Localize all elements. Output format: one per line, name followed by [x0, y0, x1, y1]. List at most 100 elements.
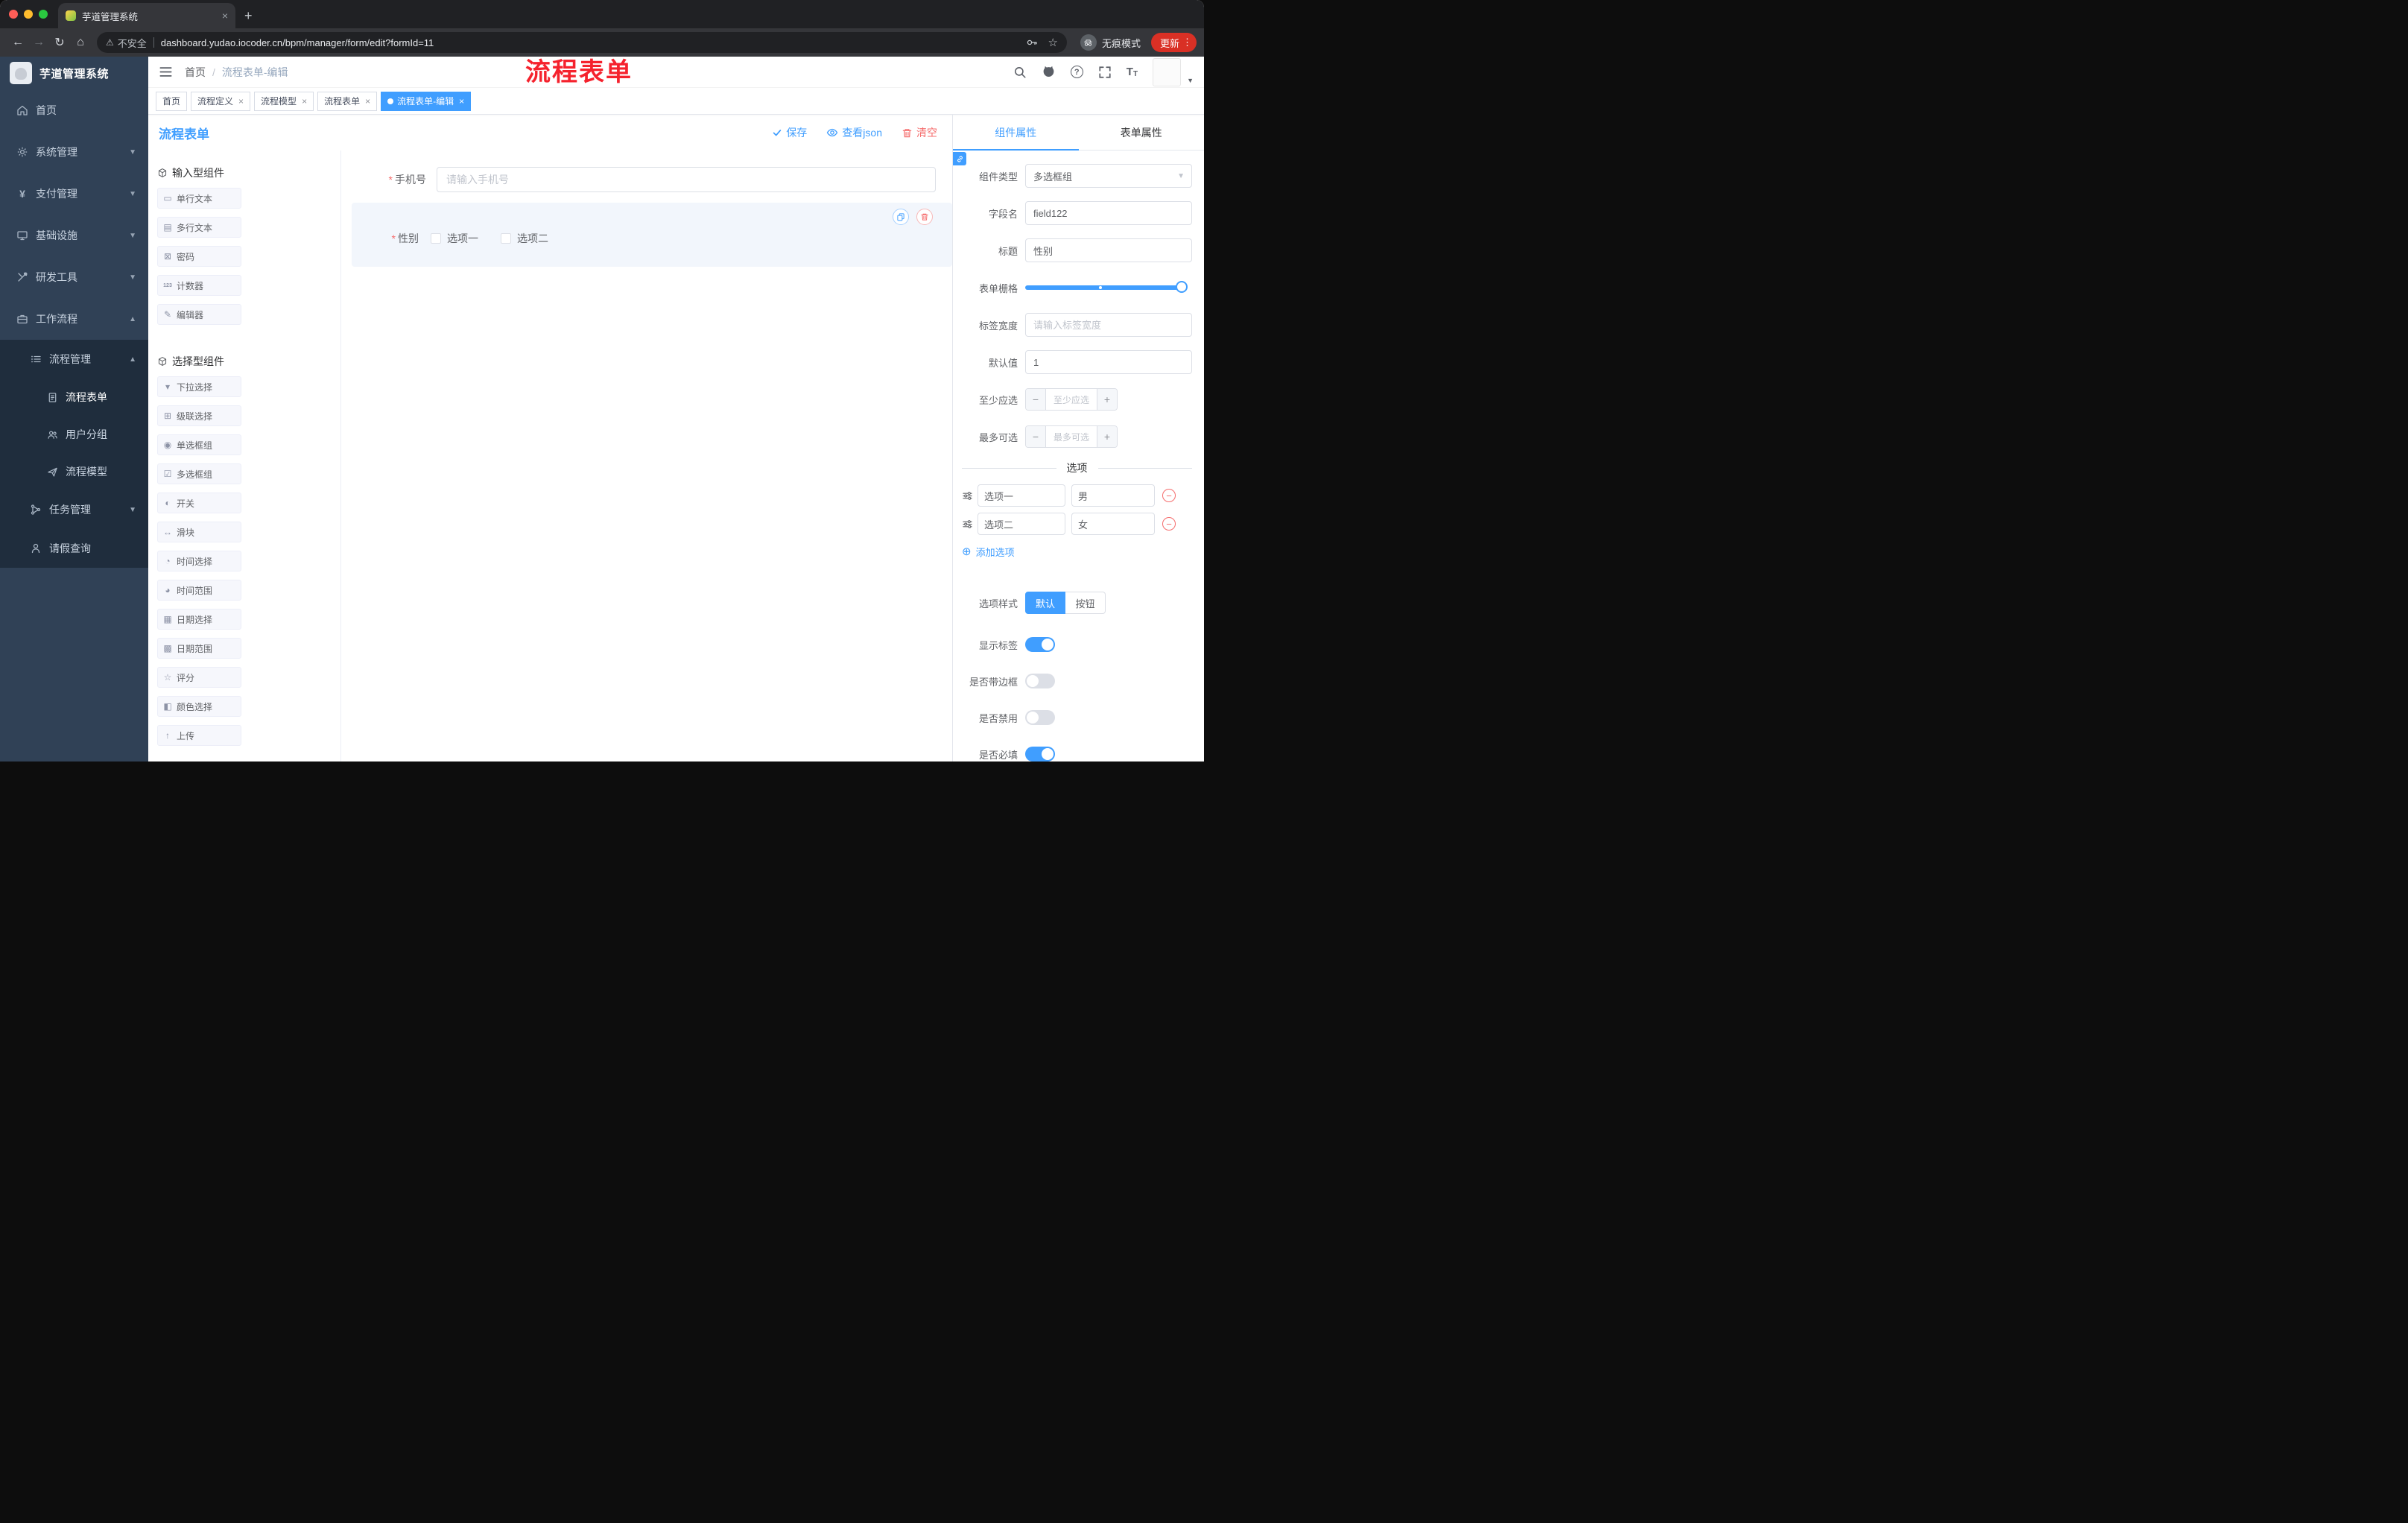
sidebar-item-task-mgmt[interactable]: 任务管理 ▼ — [0, 490, 148, 529]
option-label-input[interactable] — [978, 484, 1065, 507]
style-button-button[interactable]: 按钮 — [1065, 592, 1106, 614]
save-button[interactable]: 保存 — [772, 125, 807, 140]
increase-button[interactable]: + — [1097, 426, 1117, 447]
tag-process-form[interactable]: 流程表单 × — [317, 91, 378, 111]
tag-process-model[interactable]: 流程模型 × — [254, 91, 314, 111]
default-value-input[interactable] — [1025, 350, 1192, 374]
avatar[interactable] — [1153, 57, 1182, 86]
checkbox[interactable] — [431, 233, 441, 244]
fullscreen-icon[interactable] — [1098, 66, 1112, 79]
sidebar-item-leave-query[interactable]: 请假查询 — [0, 529, 148, 568]
sidebar-item-process-model[interactable]: 流程模型 — [0, 453, 148, 490]
slider-handle[interactable] — [1176, 281, 1188, 293]
option-label-input[interactable] — [978, 513, 1065, 535]
component-item-text-input[interactable]: ▭ 单行文本 — [157, 188, 241, 209]
link-icon[interactable] — [953, 152, 966, 165]
sidebar-item-user-group[interactable]: 用户分组 — [0, 416, 148, 453]
component-item-upload[interactable]: ↑ 上传 — [157, 725, 241, 746]
gender-option-2[interactable]: 选项二 — [501, 231, 548, 246]
sidebar-item-process-mgmt[interactable]: 流程管理 ▲ — [0, 340, 148, 379]
remove-option-icon[interactable]: − — [1162, 489, 1176, 502]
tab-form-props[interactable]: 表单属性 — [1079, 115, 1205, 150]
sidebar-item-infra[interactable]: 基础设施 ▼ — [0, 215, 148, 256]
grid-slider[interactable] — [1025, 281, 1188, 293]
component-item-date-picker[interactable]: ▦ 日期选择 — [157, 609, 241, 630]
component-item-date-range[interactable]: ▩ 日期范围 — [157, 638, 241, 659]
maximize-window-button[interactable] — [39, 10, 48, 19]
gender-option-1[interactable]: 选项一 — [431, 231, 478, 246]
close-icon[interactable]: × — [302, 97, 307, 106]
decrease-button[interactable]: − — [1026, 389, 1045, 410]
close-window-button[interactable] — [9, 10, 18, 19]
github-icon[interactable] — [1042, 65, 1056, 79]
collapse-sidebar-icon[interactable] — [159, 65, 173, 79]
tag-process-definition[interactable]: 流程定义 × — [191, 91, 251, 111]
search-icon[interactable] — [1013, 66, 1027, 79]
component-item-time-picker[interactable]: ◔ 时间选择 — [157, 551, 241, 571]
help-icon[interactable]: ? — [1070, 66, 1083, 78]
sidebar-item-devtools[interactable]: 研发工具 ▼ — [0, 256, 148, 298]
copy-field-button[interactable] — [893, 209, 909, 225]
component-item-switch[interactable]: ◐ 开关 — [157, 493, 241, 513]
component-item-color-picker[interactable]: ◧ 颜色选择 — [157, 696, 241, 717]
option-value-input[interactable] — [1071, 513, 1155, 535]
max-select-value[interactable]: 最多可选 — [1045, 426, 1097, 447]
close-icon[interactable]: × — [238, 97, 244, 106]
reload-icon[interactable]: ↻ — [49, 32, 70, 53]
title-input[interactable] — [1025, 238, 1192, 262]
canvas-field-gender-selected[interactable]: * 性别 选项一 选项二 — [352, 203, 952, 267]
label-width-input[interactable] — [1025, 313, 1192, 337]
breadcrumb-home[interactable]: 首页 — [185, 65, 206, 80]
minimize-window-button[interactable] — [24, 10, 33, 19]
increase-button[interactable]: + — [1097, 389, 1117, 410]
forward-icon[interactable]: → — [28, 32, 49, 53]
tab-close-icon[interactable]: × — [222, 10, 228, 21]
sidebar-item-home[interactable]: 首页 — [0, 89, 148, 131]
required-toggle[interactable] — [1025, 747, 1055, 762]
drag-handle-icon[interactable] — [962, 490, 973, 501]
browser-update-button[interactable]: 更新 ⋮ — [1150, 33, 1197, 52]
component-item-time-range[interactable]: ◕ 时间范围 — [157, 580, 241, 601]
border-toggle[interactable] — [1025, 674, 1055, 688]
caret-down-icon[interactable]: ▼ — [1187, 77, 1194, 84]
component-item-password[interactable]: ⊠ 密码 — [157, 246, 241, 267]
tab-component-props[interactable]: 组件属性 — [953, 115, 1079, 151]
delete-field-button[interactable] — [916, 209, 933, 225]
new-tab-button[interactable]: + — [244, 9, 253, 22]
component-item-slider[interactable]: ↔ 滑块 — [157, 522, 241, 542]
address-bar[interactable]: ⚠ 不安全 dashboard.yudao.iocoder.cn/bpm/man… — [97, 32, 1067, 53]
component-item-checkbox-group[interactable]: ☑ 多选框组 — [157, 463, 241, 484]
component-type-select[interactable]: 多选框组 ▼ — [1025, 164, 1192, 188]
component-item-editor[interactable]: ✎ 编辑器 — [157, 304, 241, 325]
clear-button[interactable]: 清空 — [902, 125, 937, 140]
sidebar-item-system[interactable]: 系统管理 ▼ — [0, 131, 148, 173]
component-item-counter[interactable]: 123 计数器 — [157, 275, 241, 296]
view-json-button[interactable]: 查看json — [826, 125, 882, 140]
tag-home[interactable]: 首页 — [156, 91, 188, 111]
tag-process-form-edit[interactable]: 流程表单-编辑 × — [381, 91, 472, 111]
browser-tab[interactable]: 芋道管理系统 × — [58, 3, 235, 28]
component-item-select[interactable]: ▾ 下拉选择 — [157, 376, 241, 397]
sidebar-item-process-form[interactable]: 流程表单 — [0, 379, 148, 416]
remove-option-icon[interactable]: − — [1162, 517, 1176, 531]
sidebar-logo[interactable]: 芋道管理系统 — [0, 57, 148, 89]
phone-input[interactable] — [437, 167, 936, 192]
decrease-button[interactable]: − — [1026, 426, 1045, 447]
font-size-icon[interactable]: TT — [1127, 66, 1138, 78]
browser-menu-icon[interactable]: ⋮ — [1182, 37, 1192, 48]
field-name-input[interactable] — [1025, 201, 1192, 225]
component-item-radio-group[interactable]: ◉ 单选框组 — [157, 434, 241, 455]
show-label-toggle[interactable] — [1025, 637, 1055, 652]
close-icon[interactable]: × — [365, 97, 370, 106]
checkbox[interactable] — [501, 233, 511, 244]
key-icon[interactable] — [1026, 37, 1038, 48]
component-item-rating[interactable]: ☆ 评分 — [157, 667, 241, 688]
home-icon[interactable]: ⌂ — [70, 32, 91, 53]
disabled-toggle[interactable] — [1025, 710, 1055, 725]
min-select-value[interactable]: 至少应选 — [1045, 389, 1097, 410]
canvas-field-phone[interactable]: * 手机号 — [352, 167, 952, 192]
sidebar-item-workflow[interactable]: 工作流程 ▲ — [0, 298, 148, 340]
sidebar-item-payment[interactable]: ¥ 支付管理 ▼ — [0, 173, 148, 215]
component-item-textarea[interactable]: ▤ 多行文本 — [157, 217, 241, 238]
add-option-button[interactable]: ⊕ 添加选项 — [962, 544, 1192, 559]
